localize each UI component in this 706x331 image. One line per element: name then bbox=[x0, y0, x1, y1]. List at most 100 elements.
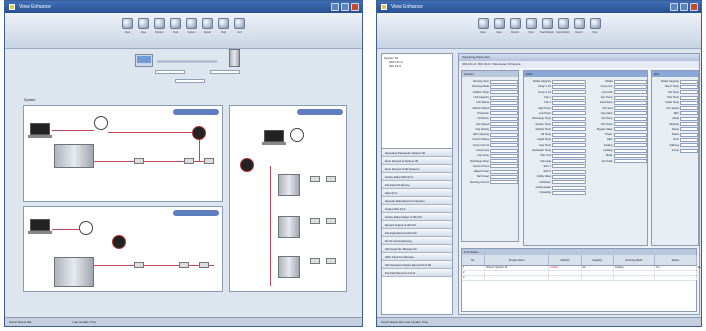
parameter-value[interactable] bbox=[613, 153, 647, 158]
parameter-value[interactable] bbox=[552, 79, 586, 84]
table-row[interactable]: 3 bbox=[462, 276, 697, 281]
parameter-value[interactable] bbox=[490, 84, 518, 89]
parameter-value[interactable] bbox=[490, 174, 518, 179]
nav-item[interactable]: Record Output of IDU 00 bbox=[382, 221, 452, 229]
parameter-value[interactable] bbox=[490, 132, 518, 137]
parameter-value[interactable] bbox=[552, 169, 586, 174]
nav-item[interactable]: IDU Fault Ten Minutes 00 bbox=[382, 245, 452, 253]
parameter-value[interactable] bbox=[552, 148, 586, 153]
parameter-value[interactable] bbox=[552, 95, 586, 100]
parameter-value[interactable] bbox=[552, 90, 586, 95]
toolbar-button-start-monitor[interactable]: Start Monitor bbox=[540, 18, 554, 34]
close-button[interactable] bbox=[351, 3, 359, 11]
parameter-value[interactable] bbox=[680, 84, 698, 89]
parameter-value[interactable] bbox=[552, 122, 586, 127]
parameter-value[interactable] bbox=[552, 174, 586, 179]
toolbar-button-stop-monitor[interactable]: Stop Monitor bbox=[556, 18, 570, 34]
parameter-value[interactable] bbox=[613, 84, 647, 89]
close-button[interactable] bbox=[690, 3, 698, 11]
nav-item[interactable]: Output IDU 01-0 bbox=[382, 205, 452, 213]
toolbar-button-report[interactable]: Report bbox=[201, 18, 214, 34]
nav-item[interactable]: Online Data Output of IDU 00 bbox=[382, 213, 452, 221]
maximize-button[interactable] bbox=[341, 3, 349, 11]
nav-item[interactable]: Pre-Fault Record of Unit bbox=[382, 269, 452, 277]
toolbar-button-open[interactable]: Open bbox=[121, 18, 134, 34]
parameter-value[interactable] bbox=[490, 79, 518, 84]
parameter-value[interactable] bbox=[552, 132, 586, 137]
parameter-value[interactable] bbox=[490, 159, 518, 164]
nav-item[interactable]: Pre-Fault Of Device bbox=[382, 181, 452, 189]
toolbar-button-monitor[interactable]: Monitor bbox=[153, 18, 166, 34]
nav-item[interactable]: M-I/O Commissioning bbox=[382, 237, 452, 245]
parameter-value[interactable] bbox=[680, 100, 698, 105]
parameter-value[interactable] bbox=[680, 95, 698, 100]
parameter-value[interactable] bbox=[490, 153, 518, 158]
parameter-value[interactable] bbox=[680, 122, 698, 127]
parameter-value[interactable] bbox=[680, 111, 698, 116]
parameter-value[interactable] bbox=[490, 100, 518, 105]
parameter-value[interactable] bbox=[490, 127, 518, 132]
toolbar-button-exit[interactable]: Exit bbox=[233, 18, 246, 34]
tree-item[interactable]: IDU 01-0 bbox=[384, 64, 450, 68]
parameter-value[interactable] bbox=[680, 116, 698, 121]
parameter-value[interactable] bbox=[552, 100, 586, 105]
parameter-value[interactable] bbox=[680, 90, 698, 95]
parameter-value[interactable] bbox=[490, 122, 518, 127]
parameter-value[interactable] bbox=[613, 127, 647, 132]
parameter-value[interactable] bbox=[552, 84, 586, 89]
toolbar-button-open[interactable]: Open bbox=[477, 18, 490, 34]
parameter-value[interactable] bbox=[552, 127, 586, 132]
nav-item[interactable]: Error Record of All Systems bbox=[382, 165, 452, 173]
nav-item[interactable]: ODU Fault Ten Minutes bbox=[382, 253, 452, 261]
parameter-value[interactable] bbox=[613, 106, 647, 111]
nav-item[interactable]: Error Record of System 00 bbox=[382, 157, 452, 165]
parameter-value[interactable] bbox=[552, 185, 586, 190]
parameter-value[interactable] bbox=[552, 153, 586, 158]
parameter-value[interactable] bbox=[552, 190, 586, 195]
parameter-value[interactable] bbox=[552, 137, 586, 142]
parameter-value[interactable] bbox=[490, 137, 518, 142]
parameter-value[interactable] bbox=[490, 111, 518, 116]
baud-field[interactable] bbox=[210, 70, 240, 74]
parameter-value[interactable] bbox=[613, 100, 647, 105]
nav-item[interactable]: Operating Parameter System 00 bbox=[382, 149, 452, 157]
parameter-value[interactable] bbox=[680, 137, 698, 142]
toolbar-button-report[interactable]: Report bbox=[573, 18, 586, 34]
parameter-value[interactable] bbox=[613, 143, 647, 148]
maximize-button[interactable] bbox=[680, 3, 688, 11]
toolbar-button-tools[interactable]: Tools bbox=[525, 18, 538, 34]
parameter-value[interactable] bbox=[490, 180, 518, 185]
parameter-value[interactable] bbox=[613, 148, 647, 153]
parameter-value[interactable] bbox=[680, 148, 698, 153]
nav-item[interactable]: Online Data ODU 01-0 bbox=[382, 173, 452, 181]
parameter-value[interactable] bbox=[613, 122, 647, 127]
nav-item[interactable]: Operate Data Record of System bbox=[382, 197, 452, 205]
parameter-value[interactable] bbox=[552, 106, 586, 111]
parameter-value[interactable] bbox=[680, 127, 698, 132]
parameter-value[interactable] bbox=[680, 132, 698, 137]
toolbar-button-monitor[interactable]: Monitor bbox=[509, 18, 522, 34]
address-field[interactable] bbox=[175, 79, 205, 83]
minimize-button[interactable] bbox=[670, 3, 678, 11]
parameter-value[interactable] bbox=[613, 132, 647, 137]
parameter-value[interactable] bbox=[490, 116, 518, 121]
parameter-value[interactable] bbox=[552, 111, 586, 116]
toolbar-button-save[interactable]: Save bbox=[493, 18, 506, 34]
parameter-value[interactable] bbox=[613, 159, 647, 164]
parameter-value[interactable] bbox=[613, 137, 647, 142]
minimize-button[interactable] bbox=[331, 3, 339, 11]
parameter-value[interactable] bbox=[613, 79, 647, 84]
parameter-value[interactable] bbox=[552, 159, 586, 164]
port-field[interactable] bbox=[155, 70, 185, 74]
parameter-value[interactable] bbox=[680, 106, 698, 111]
parameter-value[interactable] bbox=[552, 180, 586, 185]
parameter-value[interactable] bbox=[552, 116, 586, 121]
parameter-value[interactable] bbox=[552, 164, 586, 169]
toolbar-button-help[interactable]: Help bbox=[217, 18, 230, 34]
nav-item[interactable]: IDU Reduced Output Record 01-0 00 bbox=[382, 261, 452, 269]
toolbar-button-help[interactable]: Help bbox=[589, 18, 602, 34]
parameter-value[interactable] bbox=[490, 106, 518, 111]
parameter-value[interactable] bbox=[490, 169, 518, 174]
parameter-value[interactable] bbox=[680, 79, 698, 84]
parameter-value[interactable] bbox=[490, 148, 518, 153]
